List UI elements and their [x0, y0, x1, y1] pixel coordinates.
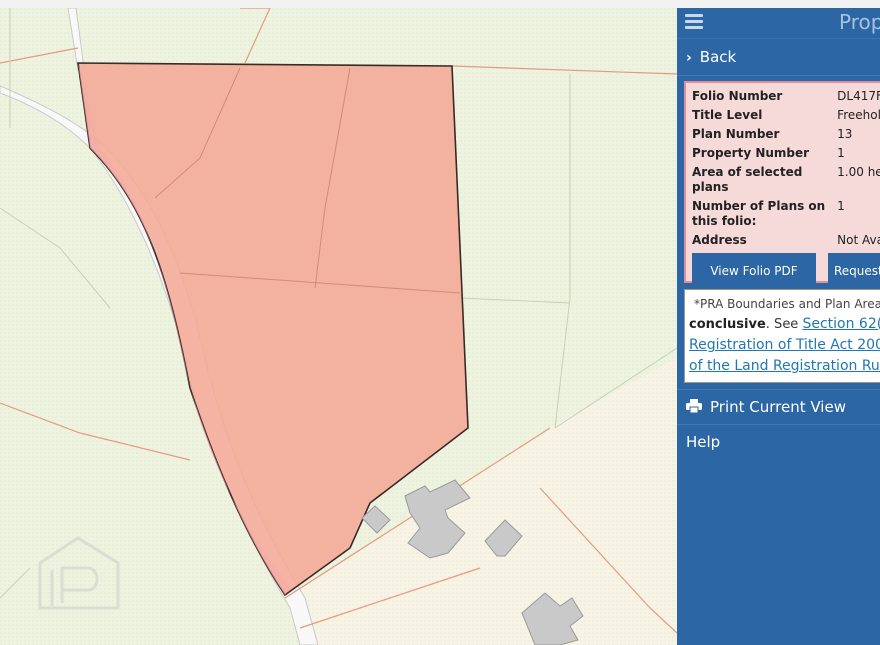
folio-details-table: Folio Number DL417F Title Level Freehold P… — [692, 89, 880, 252]
field-label: Area of selected plans — [692, 165, 803, 194]
print-label: Print Current View — [710, 398, 846, 416]
field-label: Number of Plans on this folio: — [692, 199, 826, 228]
table-row: Title Level Freehold — [692, 108, 880, 127]
chevron-right-icon: › — [686, 50, 692, 66]
view-folio-pdf-button[interactable]: View Folio PDF — [692, 253, 816, 289]
map-view[interactable] — [0, 8, 677, 645]
field-label: Address — [692, 233, 747, 247]
property-panel: Prop › Back Folio Number DL417F Title Leve… — [677, 8, 880, 645]
notice-line-4: of the Land Registration Rule — [689, 356, 880, 377]
table-row: Area of selected plans 1.00 hect — [692, 165, 880, 199]
field-value: 1 — [837, 199, 845, 213]
field-value: Freehold — [837, 108, 880, 122]
printer-icon — [686, 399, 702, 413]
boundary-notice: *PRA Boundaries and Plan Area a conclusi… — [684, 289, 880, 383]
field-value: DL417F — [837, 89, 880, 103]
folio-actions: View Folio PDF Request — [692, 253, 880, 289]
print-current-view-button[interactable]: Print Current View — [677, 389, 880, 425]
field-value: 13 — [837, 127, 853, 141]
notice-line-3: Registration of Title Act 2006 — [689, 335, 880, 356]
field-value: Not Avail — [837, 233, 880, 247]
field-label: Title Level — [692, 108, 763, 122]
map-canvas[interactable] — [0, 8, 677, 645]
hamburger-menu-icon[interactable] — [685, 14, 703, 30]
field-value: 1.00 hect — [837, 165, 880, 179]
field-label: Folio Number — [692, 89, 783, 103]
notice-see-text: . See — [765, 317, 803, 332]
field-label: Plan Number — [692, 127, 780, 141]
table-row: Property Number 1 — [692, 146, 880, 165]
rules-link[interactable]: of the Land Registration Rule — [689, 358, 880, 374]
act-link[interactable]: Registration of Title Act 2006 — [689, 337, 880, 353]
table-row: Plan Number 13 — [692, 127, 880, 146]
notice-line-2: conclusive. See Section 62(2) o — [689, 314, 880, 335]
help-button[interactable]: Help — [677, 425, 880, 459]
section-link[interactable]: Section 62(2) o — [802, 316, 880, 332]
panel-header: Prop — [677, 8, 880, 39]
help-label: Help — [686, 433, 721, 451]
field-label: Property Number — [692, 146, 810, 160]
notice-text: *PRA Boundaries and Plan Area a — [694, 297, 880, 311]
back-label: Back — [699, 48, 737, 66]
back-button[interactable]: › Back — [677, 39, 880, 76]
table-row: Address Not Avail — [692, 233, 880, 252]
panel-title: Prop — [839, 10, 880, 34]
folio-info-box: Folio Number DL417F Title Level Freehold P… — [684, 81, 880, 289]
field-value: 1 — [837, 146, 845, 160]
table-row: Number of Plans on this folio: 1 — [692, 199, 880, 233]
request-button[interactable]: Request — [828, 253, 880, 289]
table-row: Folio Number DL417F — [692, 89, 880, 108]
notice-bold-text: conclusive — [689, 317, 766, 332]
